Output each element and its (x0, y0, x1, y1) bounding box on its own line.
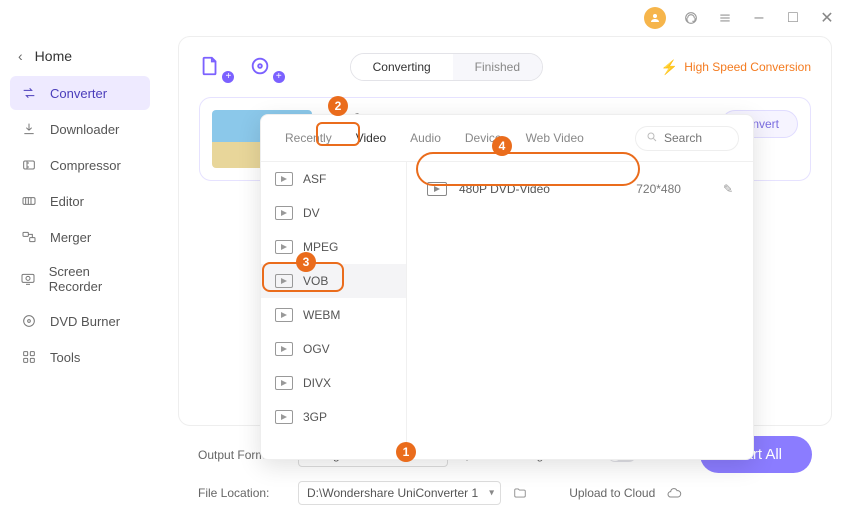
video-format-icon (275, 410, 293, 424)
preset-resolution: 720*480 (636, 182, 681, 196)
video-format-icon (275, 308, 293, 322)
preset-label: 480P DVD-Video (459, 182, 550, 196)
user-avatar[interactable] (644, 7, 666, 29)
folder-icon[interactable] (511, 484, 529, 502)
format-dv[interactable]: DV (261, 196, 406, 230)
add-disc-button[interactable]: + ▾ (249, 55, 281, 80)
popover-search[interactable] (635, 126, 739, 151)
edit-preset-icon[interactable]: ✎ (723, 182, 733, 196)
sidebar-item-label: Merger (50, 230, 91, 245)
video-format-icon (275, 342, 293, 356)
file-location-label: File Location: (198, 486, 288, 500)
file-location-value: D:\Wondershare UniConverter 1 (307, 486, 478, 500)
pop-tab-audio[interactable]: Audio (400, 125, 451, 151)
back-home[interactable]: ‹ Home (10, 42, 150, 70)
video-format-icon (427, 182, 447, 196)
file-location-select[interactable]: D:\Wondershare UniConverter 1 ▾ (298, 481, 501, 505)
plus-icon: + (273, 71, 285, 83)
sidebar-item-label: Compressor (50, 158, 121, 173)
menu-icon[interactable] (716, 9, 734, 27)
upload-label: Upload to Cloud (569, 486, 655, 500)
cloud-icon[interactable] (665, 484, 683, 502)
status-tabs: Converting Finished (350, 53, 543, 81)
search-input[interactable] (664, 131, 724, 145)
pop-tab-recently[interactable]: Recently (275, 125, 342, 151)
tab-finished[interactable]: Finished (453, 54, 542, 80)
preset-480p-dvd[interactable]: 480P DVD-Video 720*480 ✎ (421, 174, 739, 204)
download-icon (20, 120, 38, 138)
format-label: OGV (303, 342, 330, 356)
format-asf[interactable]: ASF (261, 162, 406, 196)
format-label: 3GP (303, 410, 327, 424)
video-format-icon (275, 172, 293, 186)
format-mpeg[interactable]: MPEG (261, 230, 406, 264)
sidebar-item-label: Screen Recorder (49, 264, 140, 294)
titlebar: – □ ✕ (0, 0, 850, 36)
sidebar-item-label: Editor (50, 194, 84, 209)
format-label: VOB (303, 274, 328, 288)
video-format-icon (275, 240, 293, 254)
sidebar-item-label: Tools (50, 350, 80, 365)
sidebar-item-compressor[interactable]: Compressor (10, 148, 150, 182)
sidebar: ‹ Home Converter Downloader Compressor E… (0, 36, 160, 527)
sidebar-item-screen-recorder[interactable]: Screen Recorder (10, 256, 150, 302)
format-label: ASF (303, 172, 326, 186)
high-speed-toggle[interactable]: ⚡ High Speed Conversion (661, 59, 811, 76)
format-popover: Recently Video Audio Device Web Video AS… (260, 114, 754, 460)
sidebar-item-label: Converter (50, 86, 107, 101)
format-vob[interactable]: VOB (261, 264, 406, 298)
maximize-button[interactable]: □ (784, 9, 802, 27)
minimize-button[interactable]: – (750, 9, 768, 27)
format-3gp[interactable]: 3GP (261, 400, 406, 434)
format-divx[interactable]: DIVX (261, 366, 406, 400)
close-button[interactable]: ✕ (818, 9, 836, 27)
bolt-icon: ⚡ (661, 59, 678, 76)
converter-icon (20, 84, 38, 102)
annotation-4: 4 (492, 136, 512, 156)
format-ogv[interactable]: OGV (261, 332, 406, 366)
annotation-1: 1 (396, 442, 416, 462)
support-icon[interactable] (682, 9, 700, 27)
add-file-button[interactable]: + ▾ (199, 55, 231, 80)
sidebar-item-converter[interactable]: Converter (10, 76, 150, 110)
home-label: Home (35, 48, 72, 64)
format-label: WEBM (303, 308, 340, 322)
annotation-2: 2 (328, 96, 348, 116)
popover-body: ASF DV MPEG VOB WEBM OGV DIVX 3GP 480P D… (261, 162, 753, 459)
sidebar-item-label: Downloader (50, 122, 119, 137)
dvd-icon (20, 312, 38, 330)
format-webm[interactable]: WEBM (261, 298, 406, 332)
annotation-3: 3 (296, 252, 316, 272)
video-format-icon (275, 376, 293, 390)
format-label: DV (303, 206, 320, 220)
merger-icon (20, 228, 38, 246)
editor-icon (20, 192, 38, 210)
video-format-icon (275, 206, 293, 220)
sidebar-item-dvd-burner[interactable]: DVD Burner (10, 304, 150, 338)
video-format-icon (275, 274, 293, 288)
pop-tab-webvideo[interactable]: Web Video (516, 125, 594, 151)
sidebar-item-label: DVD Burner (50, 314, 120, 329)
file-location-row: File Location: D:\Wondershare UniConvert… (198, 481, 812, 505)
format-list: ASF DV MPEG VOB WEBM OGV DIVX 3GP (261, 162, 407, 459)
sidebar-item-tools[interactable]: Tools (10, 340, 150, 374)
search-icon (646, 131, 658, 146)
tab-converting[interactable]: Converting (351, 54, 453, 80)
preset-area: 480P DVD-Video 720*480 ✎ (407, 162, 753, 459)
pop-tab-video[interactable]: Video (346, 125, 396, 151)
format-label: DIVX (303, 376, 331, 390)
panel-toolbar: + ▾ + ▾ Converting Finished ⚡ High Sp (199, 53, 811, 81)
chevron-down-icon: ▾ (489, 488, 494, 499)
sidebar-item-downloader[interactable]: Downloader (10, 112, 150, 146)
plus-icon: + (222, 71, 234, 83)
screen-recorder-icon (20, 270, 37, 288)
compressor-icon (20, 156, 38, 174)
high-speed-label: High Speed Conversion (684, 60, 811, 74)
sidebar-item-editor[interactable]: Editor (10, 184, 150, 218)
sidebar-item-merger[interactable]: Merger (10, 220, 150, 254)
tools-icon (20, 348, 38, 366)
chevron-left-icon: ‹ (18, 48, 23, 64)
